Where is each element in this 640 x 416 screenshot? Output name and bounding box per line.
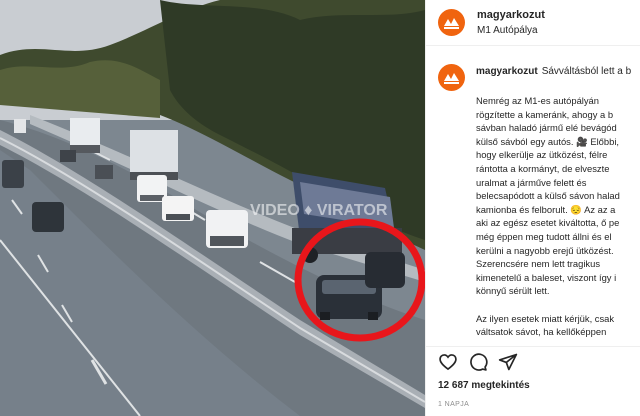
caption-line: Nemrég az M1-es autópályán [476, 95, 599, 106]
caption-line [476, 298, 640, 312]
comment-icon[interactable] [468, 352, 488, 372]
post-header: magyarkozut M1 Autópálya [426, 0, 640, 46]
post-media-video[interactable]: VIDEO ♦ VIRATOR [0, 0, 425, 416]
magyarkozut-logo-icon [444, 18, 459, 29]
profile-avatar[interactable] [438, 9, 465, 36]
video-watermark: VIDEO ♦ VIRATOR [250, 202, 388, 219]
caption-line: külső sávból egy autós. 🎥 Előbbi, [476, 135, 620, 147]
heart-icon[interactable] [438, 352, 458, 372]
caption-line: váltsatok sávot, ha kellőképpen [476, 326, 607, 338]
highway-camera-frame: VIDEO ♦ VIRATOR [0, 0, 425, 416]
caption-line: még éppen meg tudott állni és el [476, 230, 612, 242]
caption-line: rögzítette a kameránk, ahogy a b [476, 108, 614, 120]
caption-line: aki az egész esetet kiváltotta, ő pe [476, 217, 620, 229]
caption-username[interactable]: magyarkozut [476, 66, 538, 77]
post-caption: magyarkozut Sávváltásból lett a b Nemrég … [426, 58, 640, 348]
header-location[interactable]: M1 Autópálya [477, 23, 545, 38]
caption-line: sávban haladó jármű elé bevágód [476, 122, 617, 134]
caption-line: belecsapódott a külső sávon halad [476, 190, 620, 202]
caption-line: Szerencsére nem lett tragikus [476, 258, 601, 270]
caption-line: Az ilyen esetek miatt kérjük, csak [476, 312, 615, 324]
caption-line: kamionba és felborult. 😔 Az az a [476, 203, 616, 215]
caption-line: könnyű sérült lett. [476, 285, 550, 297]
caption-line: hogy elkerülje az ütközést, félre [476, 149, 608, 161]
caption-line: kerülni a nagyobb erejű ütközést. [476, 244, 614, 256]
magyarkozut-logo-icon [444, 73, 459, 84]
caption-line: rántotta a kormányt, de elveszte [476, 162, 610, 174]
caption-line: kimenetelű a baleset, viszont így i [476, 271, 617, 283]
caption-line: uralmat a járműve felett és [476, 176, 587, 188]
caption-title: Sávváltásból lett a b [541, 66, 632, 77]
caption-body: Nemrég az M1-es autópályán rögzítette a … [476, 94, 640, 339]
share-icon[interactable] [498, 352, 518, 372]
action-bar [426, 346, 640, 376]
header-username[interactable]: magyarkozut [477, 8, 545, 23]
post-timestamp[interactable]: 1 NAPJA [438, 401, 469, 408]
caption-avatar[interactable] [438, 64, 465, 91]
post-sidebar: magyarkozut M1 Autópálya magyarkozut Sávv… [425, 0, 640, 416]
view-count: 12 687 megtekintés [438, 380, 530, 391]
caption-first-line: magyarkozut Sávváltásból lett a b [476, 66, 631, 77]
